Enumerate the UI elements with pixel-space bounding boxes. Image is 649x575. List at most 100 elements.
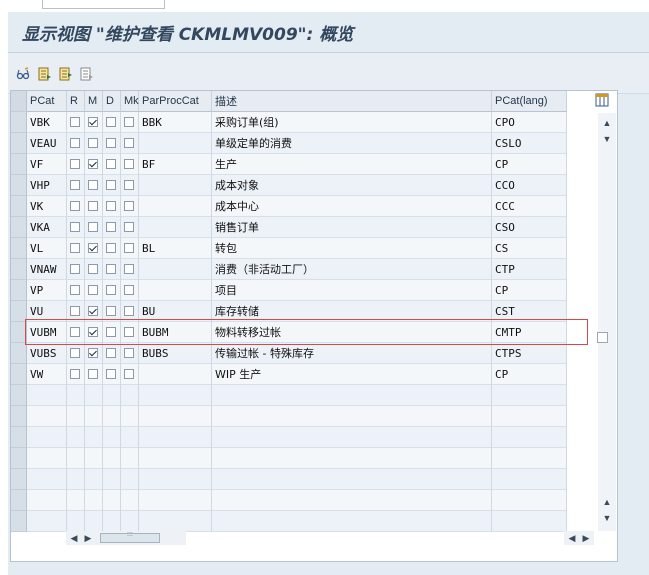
row-selector[interactable] — [11, 301, 27, 322]
table-row[interactable]: VUBS BUBS 传输过帐 - 特殊库存 CTPS — [27, 343, 567, 364]
vertical-scrollbar[interactable]: ▲ ▼ ▲ ▼ — [598, 113, 616, 531]
row-selector[interactable] — [11, 364, 27, 385]
checkbox-r[interactable] — [70, 306, 80, 316]
column-header-m[interactable]: M — [85, 91, 103, 112]
row-selector[interactable] — [11, 154, 27, 175]
checkbox-d[interactable] — [106, 138, 116, 148]
row-selector[interactable] — [11, 322, 27, 343]
checkbox-r[interactable] — [70, 117, 80, 127]
checkbox-d[interactable] — [106, 201, 116, 211]
row-selector[interactable] — [11, 133, 27, 154]
checkbox-d[interactable] — [106, 369, 116, 379]
select-all-rows-corner[interactable] — [11, 91, 27, 112]
checkbox-m[interactable] — [88, 180, 98, 190]
row-selector[interactable] — [11, 427, 27, 448]
select-all-icon[interactable] — [38, 67, 52, 81]
table-row[interactable] — [27, 406, 567, 427]
checkbox-d[interactable] — [106, 243, 116, 253]
checkbox-d[interactable] — [106, 285, 116, 295]
table-row[interactable]: VL BL 转包 CS — [27, 238, 567, 259]
horizontal-scroll-thumb[interactable]: ::: — [100, 531, 160, 543]
checkbox-mk[interactable] — [124, 306, 134, 316]
checkbox-mk[interactable] — [124, 264, 134, 274]
table-row[interactable] — [27, 469, 567, 490]
column-header-parproccat[interactable]: ParProcCat — [139, 91, 212, 112]
checkbox-r[interactable] — [70, 201, 80, 211]
top-input-field[interactable] — [42, 0, 165, 9]
checkbox-d[interactable] — [106, 306, 116, 316]
column-header-description[interactable]: 描述 — [212, 91, 492, 112]
table-row[interactable]: VU BU 库存转储 CST — [27, 301, 567, 322]
checkbox-d[interactable] — [106, 159, 116, 169]
checkbox-mk[interactable] — [124, 159, 134, 169]
table-row[interactable]: VW WIP 生产 CP — [27, 364, 567, 385]
row-selector[interactable] — [11, 280, 27, 301]
table-row[interactable]: VBK BBK 采购订单(组) CPO — [27, 112, 567, 133]
checkbox-mk[interactable] — [124, 138, 134, 148]
checkbox-m[interactable] — [88, 159, 98, 169]
checkbox-m[interactable] — [88, 222, 98, 232]
checkbox-r[interactable] — [70, 159, 80, 169]
table-row[interactable]: VEAU 单级定单的消费 CSLO — [27, 133, 567, 154]
table-row[interactable]: VKA 销售订单 CSO — [27, 217, 567, 238]
checkbox-mk[interactable] — [124, 285, 134, 295]
row-selector[interactable] — [11, 406, 27, 427]
scroll-down-arrow-icon[interactable]: ▼ — [601, 133, 613, 145]
checkbox-m[interactable] — [88, 138, 98, 148]
checkbox-r[interactable] — [70, 243, 80, 253]
glasses-icon[interactable] — [16, 67, 30, 81]
table-row[interactable]: VHP 成本对象 CCO — [27, 175, 567, 196]
checkbox-r[interactable] — [70, 138, 80, 148]
scroll-right-arrow-icon[interactable]: ▶ — [82, 532, 94, 544]
row-selector[interactable] — [11, 175, 27, 196]
checkbox-mk[interactable] — [124, 348, 134, 358]
column-header-r[interactable]: R — [67, 91, 85, 112]
column-header-mk[interactable]: Mk — [121, 91, 139, 112]
deselect-all-icon[interactable] — [80, 67, 94, 81]
checkbox-d[interactable] — [106, 117, 116, 127]
checkbox-r[interactable] — [70, 180, 80, 190]
checkbox-d[interactable] — [106, 222, 116, 232]
checkbox-m[interactable] — [88, 243, 98, 253]
column-settings-icon[interactable] — [595, 93, 609, 107]
horizontal-scrollbar-right[interactable]: ◀ ▶ — [564, 531, 594, 545]
row-selector[interactable] — [11, 238, 27, 259]
checkbox-mk[interactable] — [124, 180, 134, 190]
column-header-d[interactable]: D — [103, 91, 121, 112]
checkbox-m[interactable] — [88, 327, 98, 337]
checkbox-m[interactable] — [88, 306, 98, 316]
scroll-up-arrow-icon[interactable]: ▲ — [601, 117, 613, 129]
checkbox-m[interactable] — [88, 348, 98, 358]
checkbox-d[interactable] — [106, 264, 116, 274]
row-selector[interactable] — [11, 196, 27, 217]
checkbox-mk[interactable] — [124, 327, 134, 337]
checkbox-r[interactable] — [70, 222, 80, 232]
row-selector[interactable] — [11, 511, 27, 532]
checkbox-mk[interactable] — [124, 243, 134, 253]
vertical-scroll-thumb[interactable] — [597, 332, 608, 343]
table-row[interactable]: VF BF 生产 CP — [27, 154, 567, 175]
checkbox-mk[interactable] — [124, 222, 134, 232]
checkbox-d[interactable] — [106, 348, 116, 358]
checkbox-d[interactable] — [106, 180, 116, 190]
scroll-right-arrow-right-icon[interactable]: ▶ — [580, 532, 592, 544]
table-row[interactable]: VK 成本中心 CCC — [27, 196, 567, 217]
row-selector[interactable] — [11, 490, 27, 511]
row-selector[interactable] — [11, 217, 27, 238]
row-selector[interactable] — [11, 448, 27, 469]
table-row[interactable] — [27, 511, 567, 532]
table-row[interactable]: VP 项目 CP — [27, 280, 567, 301]
row-selector[interactable] — [11, 112, 27, 133]
row-selector[interactable] — [11, 343, 27, 364]
row-selector[interactable] — [11, 385, 27, 406]
checkbox-mk[interactable] — [124, 201, 134, 211]
select-block-icon[interactable] — [59, 67, 73, 81]
checkbox-r[interactable] — [70, 369, 80, 379]
column-header-pcat-lang[interactable]: PCat(lang) — [492, 91, 567, 112]
checkbox-r[interactable] — [70, 285, 80, 295]
checkbox-r[interactable] — [70, 348, 80, 358]
checkbox-d[interactable] — [106, 327, 116, 337]
checkbox-m[interactable] — [88, 201, 98, 211]
table-row[interactable] — [27, 490, 567, 511]
checkbox-mk[interactable] — [124, 369, 134, 379]
